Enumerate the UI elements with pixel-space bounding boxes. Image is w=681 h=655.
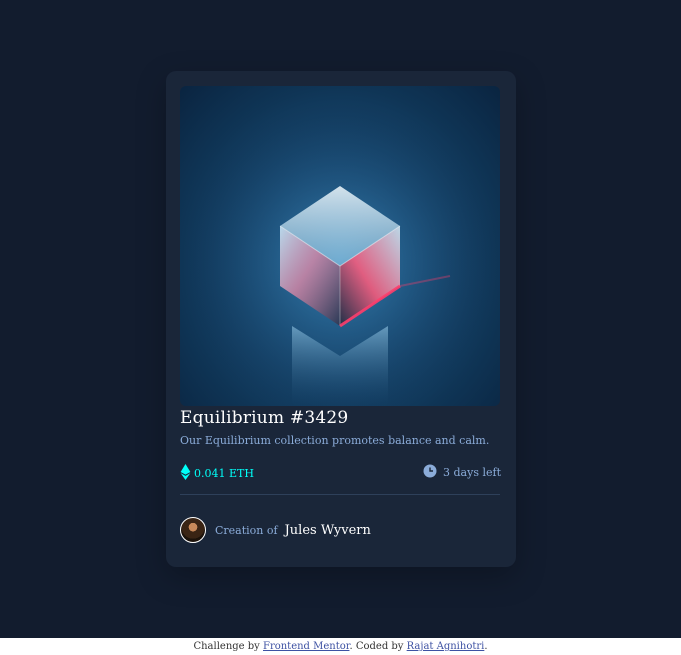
divider [180, 494, 500, 495]
card-description: Our Equilibrium collection promotes bala… [180, 434, 490, 447]
footer-middle: . Coded by [349, 641, 404, 652]
creator: Creation of Jules Wyvern [180, 517, 371, 543]
ethereum-icon [180, 464, 191, 483]
nft-card: Equilibrium #3429 Our Equilibrium collec… [166, 71, 516, 567]
cube-image [180, 86, 500, 406]
price: 0.041 ETH [180, 464, 254, 483]
avatar [180, 517, 206, 543]
attribution-footer: Challenge by Frontend Mentor. Coded by R… [0, 638, 681, 655]
author-link[interactable]: Rajat Agnihotri [407, 641, 485, 652]
clock-icon [423, 464, 437, 481]
frontend-mentor-link[interactable]: Frontend Mentor [263, 641, 349, 652]
time-left-value: 3 days left [443, 466, 501, 479]
creator-name[interactable]: Jules Wyvern [285, 523, 371, 538]
time-left: 3 days left [423, 464, 501, 481]
card-title[interactable]: Equilibrium #3429 [180, 408, 348, 428]
price-value: 0.041 ETH [194, 467, 254, 480]
creation-of-label: Creation of [215, 523, 278, 537]
footer-suffix: . [484, 641, 488, 652]
footer-prefix: Challenge by [193, 641, 260, 652]
nft-image[interactable] [180, 86, 500, 406]
